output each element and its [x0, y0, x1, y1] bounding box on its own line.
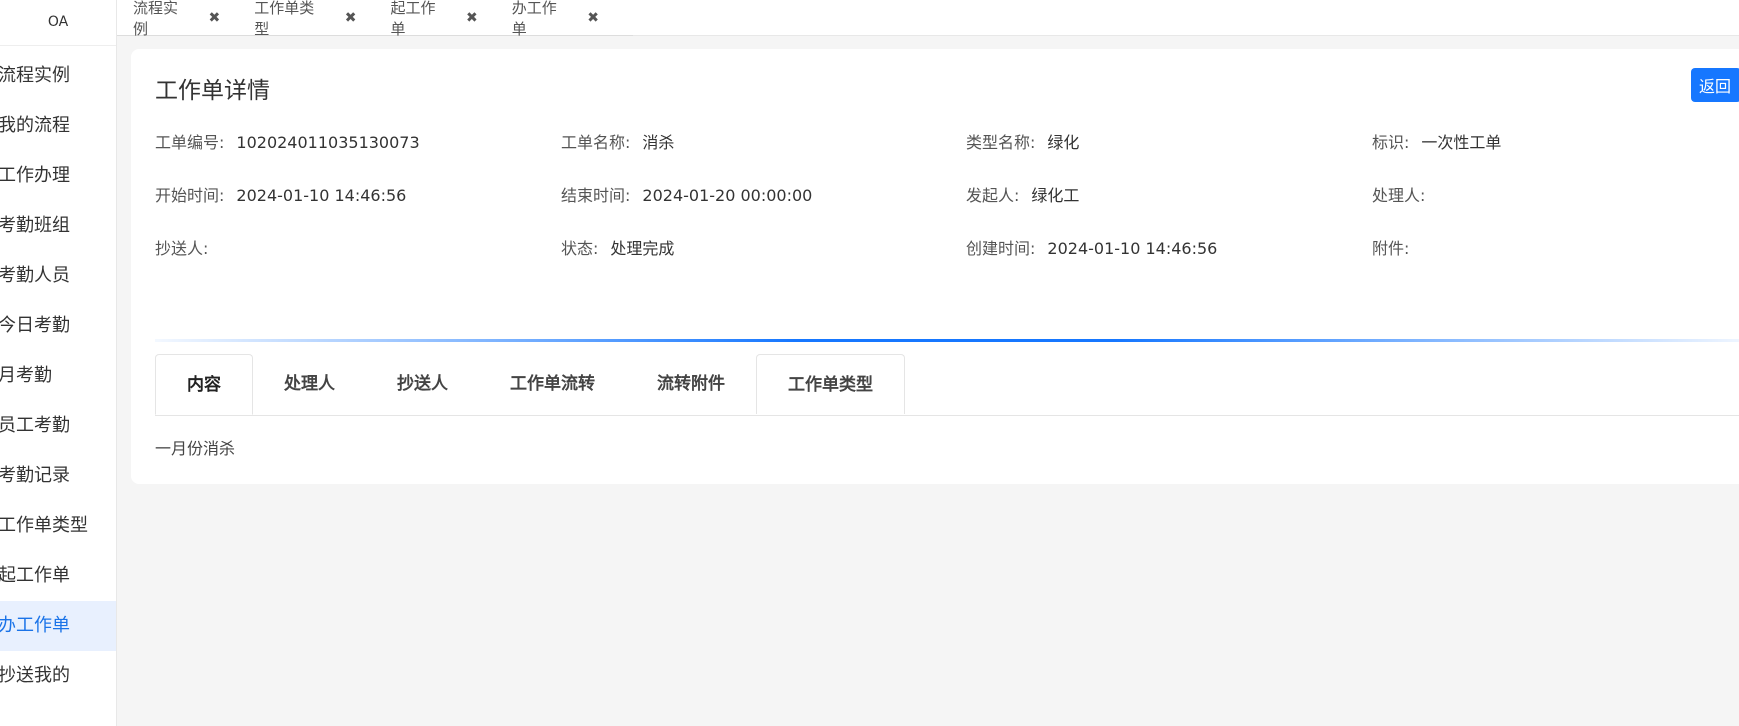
close-icon[interactable]: ✖ [587, 10, 599, 26]
sidebar-item-create-workorder[interactable]: 起工作单 [0, 551, 116, 601]
field-created-time: 创建时间: 2024-01-10 14:46:56 [966, 235, 1217, 259]
tab-workorder-types[interactable]: 工作单类型 ✖ [254, 0, 356, 39]
field-label: 工单编号: [155, 133, 225, 152]
field-label: 处理人: [1372, 186, 1426, 205]
tab-label: 办工作单 [511, 0, 557, 38]
field-end-time: 结束时间: 2024-01-20 00:00:00 [561, 182, 812, 206]
sidebar-item-attendance-staff[interactable]: 考勤人员 [0, 251, 116, 301]
field-type: 类型名称: 绿化 [966, 129, 1079, 153]
sidebar-item-process-instance[interactable]: 流程实例 [0, 51, 116, 101]
sidebar-item-label: 月考勤 [0, 365, 52, 386]
sidebar-item-label: 考勤人员 [0, 265, 70, 286]
sidebar: OA 流程实例 我的流程 工作办理 考勤班组 考勤人员 今日考勤 月考勤 员工考… [0, 0, 117, 726]
tab-flow-attachments[interactable]: 流转附件 [626, 354, 756, 414]
tab-handler[interactable]: 处理人 [253, 354, 366, 414]
sidebar-item-cc-to-me[interactable]: 抄送我的 [0, 651, 116, 701]
field-value: 2024-01-10 14:46:56 [236, 186, 407, 205]
tab-cc[interactable]: 抄送人 [366, 354, 479, 414]
app-logo: OA [0, 0, 116, 46]
field-value: 绿化工 [1031, 186, 1080, 205]
field-label: 标识: [1372, 133, 1410, 152]
sidebar-item-label: 流程实例 [0, 65, 70, 86]
sidebar-item-attendance-group[interactable]: 考勤班组 [0, 201, 116, 251]
field-value: 102024011035130073 [236, 133, 420, 152]
tab-bar: 流程实例 ✖ 工作单类型 ✖ 起工作单 ✖ 办工作单 ✖ [117, 0, 1739, 39]
tab-handle-workorder[interactable]: 办工作单 ✖ [512, 0, 599, 39]
page-title: 工作单详情 [155, 78, 270, 104]
field-value: 处理完成 [610, 239, 675, 258]
field-label: 状态: [561, 239, 599, 258]
back-button[interactable]: 返回 [1691, 68, 1739, 102]
section-divider [155, 339, 1739, 342]
tab-label: 工作单类型 [254, 0, 315, 38]
field-label: 工单名称: [561, 133, 631, 152]
field-start-time: 开始时间: 2024-01-10 14:46:56 [155, 182, 406, 206]
detail-tabs: 内容 处理人 抄送人 工作单流转 流转附件 工作单类型 [155, 354, 1739, 416]
sidebar-item-label: 我的流程 [0, 115, 70, 136]
sidebar-item-label: 考勤记录 [0, 465, 70, 486]
sidebar-item-my-process[interactable]: 我的流程 [0, 101, 116, 151]
tab-process-instance[interactable]: 流程实例 ✖ [133, 0, 220, 39]
open-tabs: 流程实例 ✖ 工作单类型 ✖ 起工作单 ✖ 办工作单 ✖ [117, 0, 633, 39]
close-icon[interactable]: ✖ [466, 10, 478, 26]
info-row: 工单编号: 102024011035130073 工单名称: 消杀 类型名称: 绿化 … [155, 129, 1739, 182]
content-text: 一月份消杀 [155, 439, 236, 458]
sidebar-item-employee-attendance[interactable]: 员工考勤 [0, 401, 116, 451]
field-handler: 处理人: [1372, 182, 1437, 206]
sidebar-item-work-handling[interactable]: 工作办理 [0, 151, 116, 201]
field-number: 工单编号: 102024011035130073 [155, 129, 420, 153]
sidebar-item-label: 起工作单 [0, 565, 70, 586]
field-value: 消杀 [642, 133, 675, 152]
field-label: 抄送人: [155, 239, 209, 258]
field-attachment: 附件: [1372, 235, 1421, 259]
sidebar-item-attendance-records[interactable]: 考勤记录 [0, 451, 116, 501]
close-icon[interactable]: ✖ [209, 10, 221, 26]
info-row: 开始时间: 2024-01-10 14:46:56 结束时间: 2024-01-20… [155, 182, 1739, 235]
field-status: 状态: 处理完成 [561, 235, 674, 259]
field-label: 发起人: [966, 186, 1020, 205]
close-icon[interactable]: ✖ [345, 10, 357, 26]
field-value: 绿化 [1047, 133, 1080, 152]
field-label: 创建时间: [966, 239, 1036, 258]
sidebar-item-label: 抄送我的 [0, 665, 70, 686]
info-grid: 工单编号: 102024011035130073 工单名称: 消杀 类型名称: 绿化 … [155, 129, 1739, 288]
field-label: 结束时间: [561, 186, 631, 205]
field-value: 2024-01-10 14:46:56 [1047, 239, 1218, 258]
field-cc: 抄送人: [155, 235, 220, 259]
info-row: 抄送人: 状态: 处理完成 创建时间: 2024-01-10 14:46:56 附件… [155, 235, 1739, 288]
tab-label: 起工作单 [390, 0, 436, 38]
field-name: 工单名称: 消杀 [561, 129, 674, 153]
sidebar-item-today-attendance[interactable]: 今日考勤 [0, 301, 116, 351]
sidebar-item-label: 工作办理 [0, 165, 70, 186]
sidebar-item-label: 工作单类型 [0, 515, 88, 536]
sidebar-menu: 流程实例 我的流程 工作办理 考勤班组 考勤人员 今日考勤 月考勤 员工考勤 考… [0, 46, 116, 701]
field-label: 开始时间: [155, 186, 225, 205]
field-value: 一次性工单 [1421, 133, 1502, 152]
field-flag: 标识: 一次性工单 [1372, 129, 1501, 153]
tab-create-workorder[interactable]: 起工作单 ✖ [390, 0, 477, 39]
tab-workorder-flow[interactable]: 工作单流转 [479, 354, 626, 414]
sidebar-item-label: 考勤班组 [0, 215, 70, 236]
sidebar-item-workorder-types[interactable]: 工作单类型 [0, 501, 116, 551]
field-initiator: 发起人: 绿化工 [966, 182, 1079, 206]
sidebar-item-handle-workorder[interactable]: 办工作单 [0, 601, 116, 651]
tab-content[interactable]: 内容 [155, 354, 253, 415]
field-label: 附件: [1372, 239, 1410, 258]
workorder-detail-card: 工作单详情 返回 工单编号: 102024011035130073 工单名称: 消杀… [131, 49, 1739, 484]
field-label: 类型名称: [966, 133, 1036, 152]
sidebar-item-label: 员工考勤 [0, 415, 70, 436]
sidebar-item-label: 办工作单 [0, 615, 70, 636]
tab-workorder-type[interactable]: 工作单类型 [756, 354, 905, 414]
tab-label: 流程实例 [133, 0, 179, 38]
sidebar-item-monthly-attendance[interactable]: 月考勤 [0, 351, 116, 401]
field-value: 2024-01-20 00:00:00 [642, 186, 813, 205]
sidebar-item-label: 今日考勤 [0, 315, 70, 336]
